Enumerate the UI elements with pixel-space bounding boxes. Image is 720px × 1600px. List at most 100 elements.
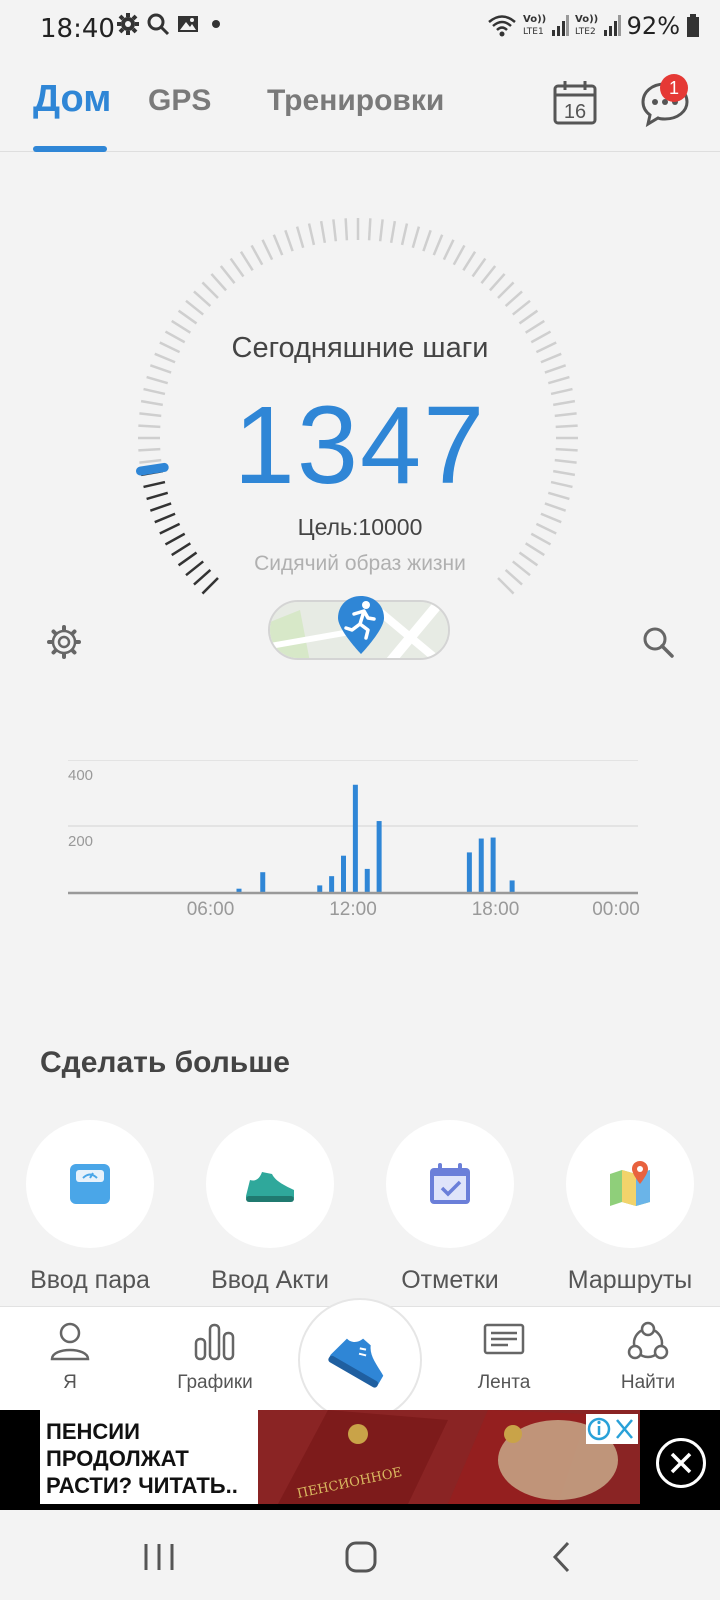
scale-icon bbox=[70, 1164, 110, 1204]
action-routes[interactable] bbox=[566, 1120, 694, 1248]
action-checkins[interactable] bbox=[386, 1120, 514, 1248]
search-icon bbox=[147, 13, 170, 36]
gauge-tick bbox=[411, 226, 421, 249]
battery-icon bbox=[687, 14, 699, 37]
calendar-icon[interactable]: 16 bbox=[552, 80, 598, 126]
gauge-tick bbox=[489, 273, 506, 292]
ad-image[interactable]: ПЕНСИОННОЕ bbox=[258, 1410, 640, 1504]
chart-bar bbox=[352, 784, 358, 892]
search-icon[interactable] bbox=[640, 624, 676, 660]
sneaker-icon bbox=[246, 1172, 294, 1202]
gauge-tick bbox=[524, 319, 545, 334]
back-icon[interactable] bbox=[550, 1540, 574, 1574]
ad-text[interactable]: ПЕНСИИ ПРОДОЛЖАТ РАСТИ? ЧИТАТЬ.. bbox=[40, 1410, 258, 1504]
map-pin-icon bbox=[610, 1161, 650, 1206]
activity-status: Сидячий образ жизни bbox=[254, 552, 466, 575]
close-icon[interactable] bbox=[656, 1438, 706, 1488]
notification-badge: 1 bbox=[660, 74, 688, 102]
gauge-tick bbox=[504, 290, 523, 307]
gauge-tick bbox=[239, 251, 254, 272]
gear-icon bbox=[117, 13, 139, 35]
gauge-tick bbox=[432, 234, 444, 256]
chart-bar bbox=[509, 880, 515, 892]
chart-bar bbox=[490, 837, 496, 892]
tab-gps[interactable]: GPS bbox=[148, 84, 211, 118]
gauge-tick bbox=[185, 299, 204, 316]
gauge-tick bbox=[452, 244, 466, 266]
gauge-tick bbox=[512, 299, 531, 316]
nav-me-label: Я bbox=[63, 1372, 77, 1393]
do-more-title: Сделать больше bbox=[40, 1046, 290, 1079]
action-activity-input[interactable] bbox=[206, 1120, 334, 1248]
x-tick-label: 06:00 bbox=[187, 899, 235, 920]
gauge-tick bbox=[544, 364, 567, 374]
chart-bar bbox=[341, 855, 346, 892]
gauge-settings-icon[interactable] bbox=[46, 624, 82, 660]
action-checkins-label: Отметки bbox=[401, 1266, 499, 1294]
system-nav-bar bbox=[0, 1510, 720, 1600]
chart-bar bbox=[317, 885, 323, 892]
svg-text:16: 16 bbox=[564, 101, 586, 123]
gauge-tick bbox=[332, 219, 338, 242]
gauge-tick bbox=[171, 319, 192, 334]
y-tick-label: 200 bbox=[68, 833, 93, 850]
gauge-tick bbox=[193, 290, 212, 307]
nav-feed-label: Лента bbox=[477, 1372, 531, 1393]
tab-trainings[interactable]: Тренировки bbox=[267, 84, 444, 118]
chart-canvas: 400 200 06:00 12:00 18:00 00:00 bbox=[68, 759, 640, 920]
image-icon bbox=[178, 16, 198, 32]
chart-bar bbox=[364, 868, 370, 892]
svg-text:Vo)): Vo)) bbox=[523, 14, 546, 25]
chart-bar bbox=[478, 838, 484, 892]
signal-sim1-icon: Vo)) LTE1 bbox=[523, 14, 569, 37]
svg-text:LTE2: LTE2 bbox=[575, 27, 596, 37]
gauge-tick bbox=[250, 244, 264, 266]
x-tick-label: 12:00 bbox=[329, 899, 377, 920]
top-nav: Дом GPS Тренировки 16 1 bbox=[0, 58, 720, 152]
gauge-tick bbox=[307, 223, 316, 246]
gauge-tick bbox=[261, 239, 274, 261]
nav-feed[interactable]: Лента bbox=[444, 1321, 564, 1394]
svg-text:LTE1: LTE1 bbox=[523, 27, 544, 37]
steps-title: Сегодняшние шаги bbox=[231, 332, 489, 364]
nav-charts[interactable]: Графики bbox=[155, 1321, 275, 1394]
gauge-tick bbox=[462, 251, 477, 272]
nav-find[interactable]: Найти bbox=[588, 1321, 708, 1394]
gauge-tick bbox=[378, 219, 384, 242]
nav-find-label: Найти bbox=[620, 1372, 676, 1393]
x-tick-label: 18:00 bbox=[472, 899, 520, 920]
steps-count: 1347 bbox=[233, 384, 487, 507]
signal-sim2-icon: Vo)) LTE2 bbox=[575, 14, 621, 37]
steps-goal: Цель:10000 bbox=[297, 514, 423, 540]
gauge-tick bbox=[422, 229, 432, 252]
gauge-tick bbox=[284, 229, 294, 252]
bar-chart-icon bbox=[194, 1323, 235, 1361]
dot-icon bbox=[212, 20, 220, 28]
action-weight-input[interactable] bbox=[26, 1120, 154, 1248]
recent-apps-icon[interactable] bbox=[142, 1542, 176, 1572]
nav-charts-label: Графики bbox=[177, 1372, 253, 1393]
x-tick-label: 00:00 bbox=[592, 899, 640, 920]
home-icon[interactable] bbox=[344, 1540, 378, 1574]
gauge-tick bbox=[149, 364, 172, 374]
nav-me[interactable]: Я bbox=[10, 1321, 130, 1394]
action-activity-label: Ввод Акти bbox=[211, 1266, 329, 1294]
shoe-icon bbox=[328, 1338, 384, 1388]
tab-home[interactable]: Дом bbox=[33, 78, 111, 121]
action-routes-label: Маршруты bbox=[567, 1266, 693, 1294]
ad-banner[interactable]: ПЕНСИИ ПРОДОЛЖАТ РАСТИ? ЧИТАТЬ.. ПЕНСИОН… bbox=[0, 1410, 720, 1510]
runner-pin-icon[interactable] bbox=[334, 594, 388, 656]
gauge-tick bbox=[497, 281, 515, 299]
gauge-tick bbox=[210, 273, 227, 292]
chart-bar bbox=[376, 821, 382, 892]
gauge-tick bbox=[219, 265, 236, 284]
wifi-icon bbox=[487, 15, 516, 37]
gauge-tick bbox=[367, 218, 372, 241]
gauge-tick bbox=[177, 309, 198, 325]
ad-info-close[interactable] bbox=[586, 1414, 638, 1444]
gauge-tick bbox=[344, 218, 349, 241]
network-icon bbox=[627, 1321, 669, 1360]
nav-activity-center[interactable] bbox=[298, 1298, 422, 1422]
chart-bar bbox=[466, 852, 472, 892]
gauge-tick bbox=[518, 309, 539, 325]
